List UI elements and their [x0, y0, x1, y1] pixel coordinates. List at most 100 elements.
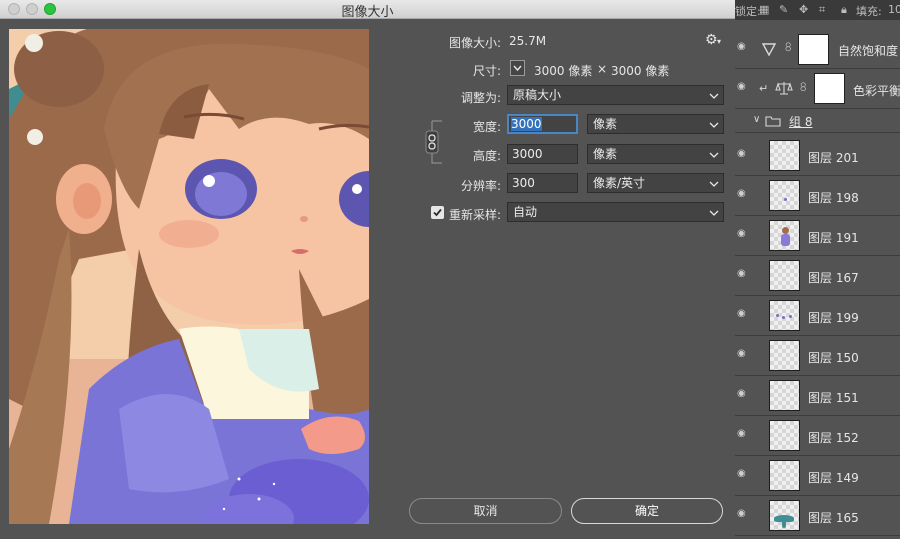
layer-name: 自然饱和度 1	[838, 44, 900, 58]
chevron-down-icon	[709, 122, 719, 128]
visibility-eye-icon[interactable]: ◉	[737, 309, 746, 319]
layers-options-bar: 锁定: ▦ ✎ ✥ ⌗ 🔒︎ 填充: 10	[735, 0, 900, 20]
layer-thumbnail[interactable]	[769, 140, 800, 171]
layer-mask-thumbnail[interactable]	[814, 73, 845, 104]
visibility-eye-icon[interactable]: ◉	[737, 469, 746, 479]
dialog-title: 图像大小	[341, 5, 394, 20]
visibility-eye-icon[interactable]: ◉	[737, 42, 746, 52]
gear-icon[interactable]: ⚙	[705, 32, 718, 48]
layer-name: 图层 198	[808, 191, 859, 205]
visibility-eye-icon[interactable]: ◉	[737, 149, 746, 159]
height-unit-value: 像素	[593, 147, 618, 161]
layer-thumbnail[interactable]	[769, 260, 800, 291]
checkmark-icon	[433, 208, 442, 217]
resample-checkbox[interactable]	[431, 206, 444, 219]
layer-thumbnail[interactable]	[769, 420, 800, 451]
lock-all-icon[interactable]: 🔒︎	[841, 3, 847, 17]
visibility-eye-icon[interactable]: ◉	[737, 269, 746, 279]
height-value: 3000	[512, 147, 543, 161]
chevron-down-icon	[709, 152, 719, 158]
layer-name: 图层 151	[808, 391, 859, 405]
layer-thumbnail[interactable]	[769, 500, 800, 531]
dialog-title-bar[interactable]: 图像大小	[0, 0, 735, 20]
visibility-eye-icon[interactable]: ◉	[737, 389, 746, 399]
fit-to-label: 调整为:	[460, 91, 501, 105]
layer-row[interactable]: ◉ 图层 165	[735, 496, 900, 536]
layer-row[interactable]: ◉ 图层 191	[735, 216, 900, 256]
group-name: 组 8	[789, 115, 813, 129]
layer-thumbnail[interactable]	[769, 380, 800, 411]
chevron-down-icon	[513, 65, 522, 72]
layer-mask-thumbnail[interactable]	[798, 34, 829, 65]
layers-panel: 锁定: ▦ ✎ ✥ ⌗ 🔒︎ 填充: 10 ◉ 𝟾 自然饱和度 1 ◉ ↵ 𝟾 …	[735, 0, 900, 539]
chevron-down-icon[interactable]: ∨	[753, 114, 760, 125]
mask-link-icon[interactable]: 𝟾	[799, 80, 807, 95]
width-unit-value: 像素	[593, 117, 618, 131]
layer-thumbnail[interactable]	[769, 340, 800, 371]
image-preview[interactable]	[9, 29, 369, 524]
lock-transparency-icon[interactable]: ▦	[759, 3, 769, 16]
dimensions-unit-dropdown[interactable]	[510, 60, 525, 76]
mask-link-icon[interactable]: 𝟾	[784, 40, 792, 55]
layer-row[interactable]: ◉ 图层 150	[735, 336, 900, 376]
layer-name: 图层 152	[808, 431, 859, 445]
layer-name: 图层 191	[808, 231, 859, 245]
fill-value[interactable]: 10	[888, 3, 900, 16]
layer-row[interactable]: ◉ 图层 167	[735, 256, 900, 296]
balance-scale-icon	[775, 82, 793, 95]
layer-row[interactable]: ◉ 图层 198	[735, 176, 900, 216]
image-size-label: 图像大小:	[448, 36, 501, 50]
layer-thumbnail[interactable]	[769, 460, 800, 491]
chevron-down-icon	[709, 93, 719, 99]
width-label: 宽度:	[472, 120, 501, 134]
layer-row[interactable]: ◉ ↵ 𝟾 色彩平衡	[735, 69, 900, 109]
resolution-input[interactable]: 300	[507, 173, 578, 193]
layer-thumbnail[interactable]	[769, 180, 800, 211]
resolution-unit-select[interactable]: 像素/英寸	[587, 173, 724, 193]
height-input[interactable]: 3000	[507, 144, 578, 164]
visibility-eye-icon[interactable]: ◉	[737, 189, 746, 199]
fit-to-value: 原稿大小	[513, 88, 562, 102]
visibility-eye-icon[interactable]: ◉	[737, 82, 746, 92]
dimensions-times: ×	[597, 62, 608, 76]
image-size-dialog: 图像大小 ⚙ ▾ 图像大小: 25.7M 尺寸: 3000 像素 × 3000 …	[0, 0, 735, 539]
lock-label: 锁定:	[735, 5, 761, 18]
visibility-eye-icon[interactable]: ◉	[737, 509, 746, 519]
visibility-eye-icon[interactable]: ◉	[737, 229, 746, 239]
fit-to-select[interactable]: 原稿大小	[507, 85, 724, 105]
layer-row[interactable]: ◉ 图层 151	[735, 376, 900, 416]
layer-name: 色彩平衡	[853, 84, 900, 98]
dimensions-height: 3000 像素	[611, 64, 670, 78]
layer-row[interactable]: ◉ 𝟾 自然饱和度 1	[735, 29, 900, 69]
resample-method-value: 自动	[513, 205, 538, 219]
width-value: 3000	[511, 117, 542, 131]
width-input[interactable]: 3000	[507, 114, 578, 134]
layer-group-row[interactable]: ∨ 组 8	[735, 109, 900, 133]
layer-row[interactable]: ◉ 图层 149	[735, 456, 900, 496]
width-unit-select[interactable]: 像素	[587, 114, 724, 134]
layer-row[interactable]: ◉ 图层 199	[735, 296, 900, 336]
chevron-down-icon	[709, 210, 719, 216]
layer-row[interactable]: ◉ 图层 152	[735, 416, 900, 456]
resolution-value: 300	[512, 176, 535, 190]
resolution-unit-value: 像素/英寸	[593, 176, 646, 190]
lock-move-icon[interactable]: ✥	[799, 3, 808, 16]
visibility-eye-icon[interactable]: ◉	[737, 349, 746, 359]
lock-brush-icon[interactable]: ✎	[779, 3, 788, 16]
layer-name: 图层 201	[808, 151, 859, 165]
chevron-down-icon[interactable]: ▾	[717, 37, 721, 46]
resample-method-select[interactable]: 自动	[507, 202, 724, 222]
layer-thumbnail[interactable]	[769, 220, 800, 251]
fill-label: 填充:	[856, 5, 882, 18]
height-unit-select[interactable]: 像素	[587, 144, 724, 164]
ok-button[interactable]: 确定	[571, 498, 723, 524]
preview-illustration	[9, 29, 369, 524]
resample-label: 重新采样:	[448, 208, 501, 222]
visibility-eye-icon[interactable]: ◉	[737, 429, 746, 439]
lock-artboard-icon[interactable]: ⌗	[819, 3, 825, 17]
chevron-down-icon	[709, 181, 719, 187]
cancel-button[interactable]: 取消	[409, 498, 562, 524]
layer-thumbnail[interactable]	[769, 300, 800, 331]
clip-arrow-icon: ↵	[759, 82, 769, 95]
layer-row[interactable]: ◉ 图层 201	[735, 136, 900, 176]
